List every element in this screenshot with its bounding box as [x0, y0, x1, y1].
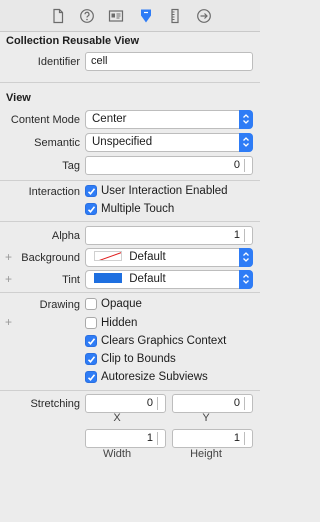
inspector-toolbar: [0, 0, 260, 32]
chevron-updown-icon: [239, 270, 253, 289]
x-sublabel: X: [113, 412, 121, 424]
stretch-width-stepper[interactable]: [157, 432, 163, 445]
tag-field[interactable]: 0: [85, 156, 253, 175]
identity-inspector-icon[interactable]: [108, 8, 124, 24]
background-select[interactable]: Default: [85, 248, 253, 267]
drawing-label: Drawing: [39, 299, 80, 311]
stretching-label: Stretching: [30, 398, 80, 410]
alpha-label: Alpha: [51, 230, 80, 242]
stretch-height-stepper[interactable]: [244, 432, 250, 445]
tint-value: Default: [129, 273, 166, 285]
semantic-value: Unspecified: [92, 136, 153, 148]
stretch-x-value: 0: [146, 397, 153, 409]
autoresize-checkbox[interactable]: [85, 371, 97, 383]
user-interaction-label: User Interaction Enabled: [101, 185, 228, 197]
tag-value: 0: [233, 159, 240, 171]
section-divider: [0, 82, 260, 83]
alpha-stepper[interactable]: [244, 229, 250, 242]
multiple-touch-checkbox[interactable]: [85, 203, 97, 215]
tag-stepper[interactable]: [244, 159, 250, 172]
collection-reusable-view-title: Collection Reusable View: [6, 35, 140, 47]
opaque-checkbox[interactable]: [85, 298, 97, 310]
background-label: Background: [21, 252, 80, 264]
y-sublabel: Y: [202, 412, 210, 424]
stretch-height-value: 1: [233, 432, 240, 444]
connections-inspector-icon[interactable]: [196, 8, 212, 24]
stretch-width-value: 1: [146, 432, 153, 444]
content-mode-label: Content Mode: [10, 114, 80, 126]
identifier-field[interactable]: cell: [85, 52, 253, 71]
identifier-value: cell: [91, 55, 108, 67]
hidden-label: Hidden: [101, 317, 138, 329]
hidden-checkbox[interactable]: [85, 317, 97, 329]
quick-help-icon[interactable]: [79, 8, 95, 24]
width-sublabel: Width: [102, 448, 132, 460]
semantic-select[interactable]: Unspecified: [85, 133, 253, 152]
alpha-value: 1: [233, 229, 240, 241]
clears-graphics-checkbox[interactable]: [85, 335, 97, 347]
background-swatch: [94, 251, 122, 261]
opaque-label: Opaque: [101, 298, 142, 310]
tint-select[interactable]: Default: [85, 270, 253, 289]
size-inspector-icon[interactable]: [167, 8, 183, 24]
view-title: View: [6, 92, 31, 104]
clip-to-bounds-checkbox[interactable]: [85, 353, 97, 365]
stretch-y-field[interactable]: 0: [172, 394, 253, 413]
alpha-field[interactable]: 1: [85, 226, 253, 245]
section-divider: [0, 390, 260, 391]
section-divider: [0, 180, 260, 181]
tint-swatch: [94, 273, 122, 283]
clears-graphics-label: Clears Graphics Context: [101, 335, 227, 347]
tint-label: Tint: [62, 274, 80, 286]
autoresize-label: Autoresize Subviews: [101, 371, 208, 383]
add-hidden-variation-icon[interactable]: +: [5, 316, 12, 328]
stretch-y-value: 0: [233, 397, 240, 409]
background-value: Default: [129, 251, 166, 263]
content-mode-select[interactable]: Center: [85, 110, 253, 129]
identifier-label: Identifier: [37, 56, 80, 68]
section-divider: [0, 292, 260, 293]
stretch-height-field[interactable]: 1: [172, 429, 253, 448]
attributes-inspector-icon[interactable]: [138, 8, 154, 24]
multiple-touch-label: Multiple Touch: [101, 203, 175, 215]
section-divider: [0, 221, 260, 222]
stretch-width-field[interactable]: 1: [85, 429, 166, 448]
height-sublabel: Height: [190, 448, 222, 460]
stretch-x-stepper[interactable]: [157, 397, 163, 410]
chevron-updown-icon: [239, 110, 253, 129]
stretch-x-field[interactable]: 0: [85, 394, 166, 413]
stretch-y-stepper[interactable]: [244, 397, 250, 410]
chevron-updown-icon: [239, 248, 253, 267]
file-inspector-icon[interactable]: [50, 8, 66, 24]
semantic-label: Semantic: [34, 137, 80, 149]
chevron-updown-icon: [239, 133, 253, 152]
interaction-label: Interaction: [28, 186, 80, 198]
content-mode-value: Center: [92, 113, 127, 125]
clip-to-bounds-label: Clip to Bounds: [101, 353, 176, 365]
tag-label: Tag: [62, 160, 80, 172]
user-interaction-checkbox[interactable]: [85, 185, 97, 197]
